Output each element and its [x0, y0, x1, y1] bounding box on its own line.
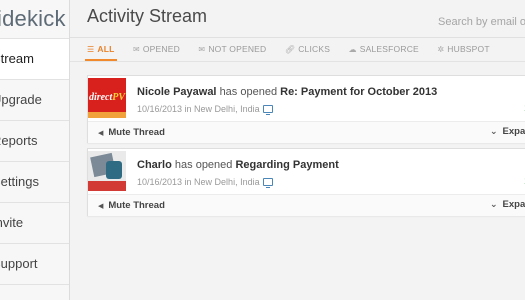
activity-card: Charlo has opened Regarding Payment 10/1… [87, 148, 525, 216]
sidebar-item-settings[interactable]: Settings [0, 162, 69, 203]
link-icon: 🔗︎ [284, 45, 296, 54]
sidebar-item-support[interactable]: Support [0, 244, 69, 285]
speaker-icon: ◀ [98, 203, 104, 210]
page-title: Activity Stream [87, 6, 208, 26]
email-subject: Regarding Payment [235, 159, 339, 171]
contact-avatar [88, 151, 126, 191]
main-content: Activity Stream ☰ALL ✉OPENED ✉NOT OPENED… [70, 0, 525, 300]
tab-clicks[interactable]: 🔗︎ CLICKS [285, 39, 330, 59]
search-input[interactable] [438, 14, 525, 30]
tab-hubspot[interactable]: ✲ HUBSPOT [437, 39, 489, 59]
tab-salesforce[interactable]: ☁ SALESFORCE [349, 39, 419, 59]
sidebar-nav: Stream Upgrade Reports Settings Invite S… [0, 38, 69, 285]
app-brand: idekick [0, 6, 66, 31]
mute-thread-button[interactable]: ◀ Mute Thread [98, 127, 165, 138]
activity-verb: has opened [174, 159, 233, 171]
sidebar-item-invite[interactable]: Invite [0, 203, 69, 244]
activity-actions: ◀ Mute Thread ⌄ Expa [88, 121, 525, 143]
tab-label: SALESFORCE [359, 44, 419, 54]
envelope-icon: ✉ [198, 45, 206, 54]
desktop-icon [262, 178, 273, 188]
company-logo: directPV [88, 92, 126, 103]
envelope-icon: ✉ [132, 45, 140, 54]
header-divider [70, 37, 525, 38]
activity-verb: has opened [219, 86, 278, 98]
chevron-down-icon: ⌄ [490, 199, 498, 209]
sidebar-item-stream[interactable]: Stream [0, 38, 69, 80]
tab-label: OPENED [142, 44, 180, 54]
contact-avatar: directPV [88, 78, 126, 118]
activity-summary[interactable]: directPV Nicole Payawal has opened Re: P… [88, 76, 525, 120]
sprocket-icon: ✲ [437, 45, 445, 54]
filter-tabs: ☰ ALL ✉ OPENED ✉ NOT OPENED 🔗︎ CLICKS ☁ SALES… [85, 39, 504, 61]
activity-headline: Nicole Payawal has opened Re: Payment fo… [137, 86, 437, 98]
email-subject: Re: Payment for October 2013 [280, 86, 438, 98]
activity-summary[interactable]: Charlo has opened Regarding Payment 10/1… [88, 149, 525, 193]
activity-meta: 10/16/2013 in New Delhi, India [137, 104, 273, 115]
activity-card: directPV Nicole Payawal has opened Re: P… [87, 75, 525, 143]
tab-label: ALL [97, 44, 115, 54]
activity-headline: Charlo has opened Regarding Payment [137, 159, 339, 171]
speaker-icon: ◀ [98, 130, 104, 137]
expand-button[interactable]: ⌄ Expa [490, 199, 525, 210]
desktop-icon [262, 105, 273, 115]
list-icon: ☰ [87, 45, 95, 54]
tab-label: NOT OPENED [208, 44, 267, 54]
contact-name: Charlo [137, 159, 172, 171]
expand-button[interactable]: ⌄ Expa [490, 126, 525, 137]
mute-thread-button[interactable]: ◀ Mute Thread [98, 200, 165, 211]
tab-label: CLICKS [298, 44, 331, 54]
activity-actions: ◀ Mute Thread ⌄ Expa [88, 194, 525, 216]
tabs-divider [70, 61, 525, 62]
sidebar: idekick Stream Upgrade Reports Settings … [0, 0, 70, 300]
activity-meta: 10/16/2013 in New Delhi, India [137, 177, 273, 188]
tab-not-opened[interactable]: ✉ NOT OPENED [198, 39, 266, 59]
tab-opened[interactable]: ✉ OPENED [133, 39, 180, 59]
sidebar-item-reports[interactable]: Reports [0, 121, 69, 162]
tab-label: HUBSPOT [447, 44, 490, 54]
contact-name: Nicole Payawal [137, 86, 217, 98]
chevron-down-icon: ⌄ [490, 126, 498, 136]
tab-all[interactable]: ☰ ALL [85, 39, 116, 61]
sidebar-item-upgrade[interactable]: Upgrade [0, 80, 69, 121]
cloud-icon: ☁ [348, 45, 357, 54]
